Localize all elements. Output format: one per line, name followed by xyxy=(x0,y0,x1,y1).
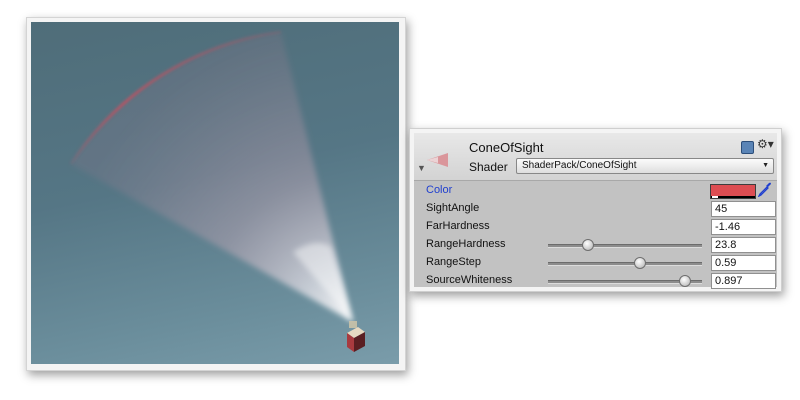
property-label: Color xyxy=(426,184,453,196)
material-name: ConeOfSight xyxy=(469,140,544,155)
slider-thumb[interactable] xyxy=(633,257,646,269)
gear-icon[interactable]: ⚙▾ xyxy=(757,137,774,151)
property-label: SourceWhiteness xyxy=(426,274,513,286)
property-row-sourcewhiteness: SourceWhiteness 0.897 xyxy=(414,273,777,289)
slider-thumb[interactable] xyxy=(581,239,594,251)
number-field[interactable]: 23.8 xyxy=(711,237,776,253)
number-field[interactable]: -1.46 xyxy=(711,219,776,235)
property-row-rangestep: RangeStep 0.59 xyxy=(414,255,777,271)
alpha-bar-fill xyxy=(712,196,718,198)
scene-viewport[interactable] xyxy=(31,22,399,364)
source-cube[interactable] xyxy=(347,321,365,352)
property-row-sightangle: SightAngle 45 xyxy=(414,201,777,217)
color-field[interactable] xyxy=(710,184,756,199)
property-row-rangehardness: RangeHardness 23.8 xyxy=(414,237,777,253)
help-book-icon[interactable] xyxy=(741,141,754,154)
foldout-arrow-icon[interactable]: ▼ xyxy=(417,163,426,173)
cone-of-sight-render xyxy=(69,30,365,352)
sight-cone xyxy=(71,32,353,322)
property-label: FarHardness xyxy=(426,220,490,232)
material-preview-icon xyxy=(427,153,448,167)
slider-thumb[interactable] xyxy=(678,275,691,287)
eyedropper-icon[interactable] xyxy=(758,181,772,197)
material-inspector: ▼ ConeOfSight ⚙▾ Shader ShaderPack/ConeO… xyxy=(409,128,782,292)
property-label: RangeStep xyxy=(426,256,482,268)
number-field[interactable]: 0.59 xyxy=(711,255,776,271)
inspector-properties: Color SightAngle 45 FarHardness -1.46 Ra… xyxy=(414,181,777,289)
scene-view-frame xyxy=(26,17,406,371)
number-field[interactable]: 0.897 xyxy=(711,273,776,289)
slider-track[interactable] xyxy=(548,244,702,248)
number-field[interactable]: 45 xyxy=(711,201,776,217)
property-row-farhardness: FarHardness -1.46 xyxy=(414,219,777,235)
property-label: SightAngle xyxy=(426,202,480,214)
inspector-header: ▼ ConeOfSight ⚙▾ Shader ShaderPack/ConeO… xyxy=(414,133,777,181)
shader-label: Shader xyxy=(469,160,508,174)
shader-dropdown[interactable]: ShaderPack/ConeOfSight ▼ xyxy=(516,158,774,174)
property-row-color: Color xyxy=(414,181,777,199)
chevron-down-icon: ▼ xyxy=(762,162,769,169)
slider-track[interactable] xyxy=(548,262,702,266)
property-label: RangeHardness xyxy=(426,238,506,250)
shader-dropdown-value: ShaderPack/ConeOfSight xyxy=(522,160,637,171)
